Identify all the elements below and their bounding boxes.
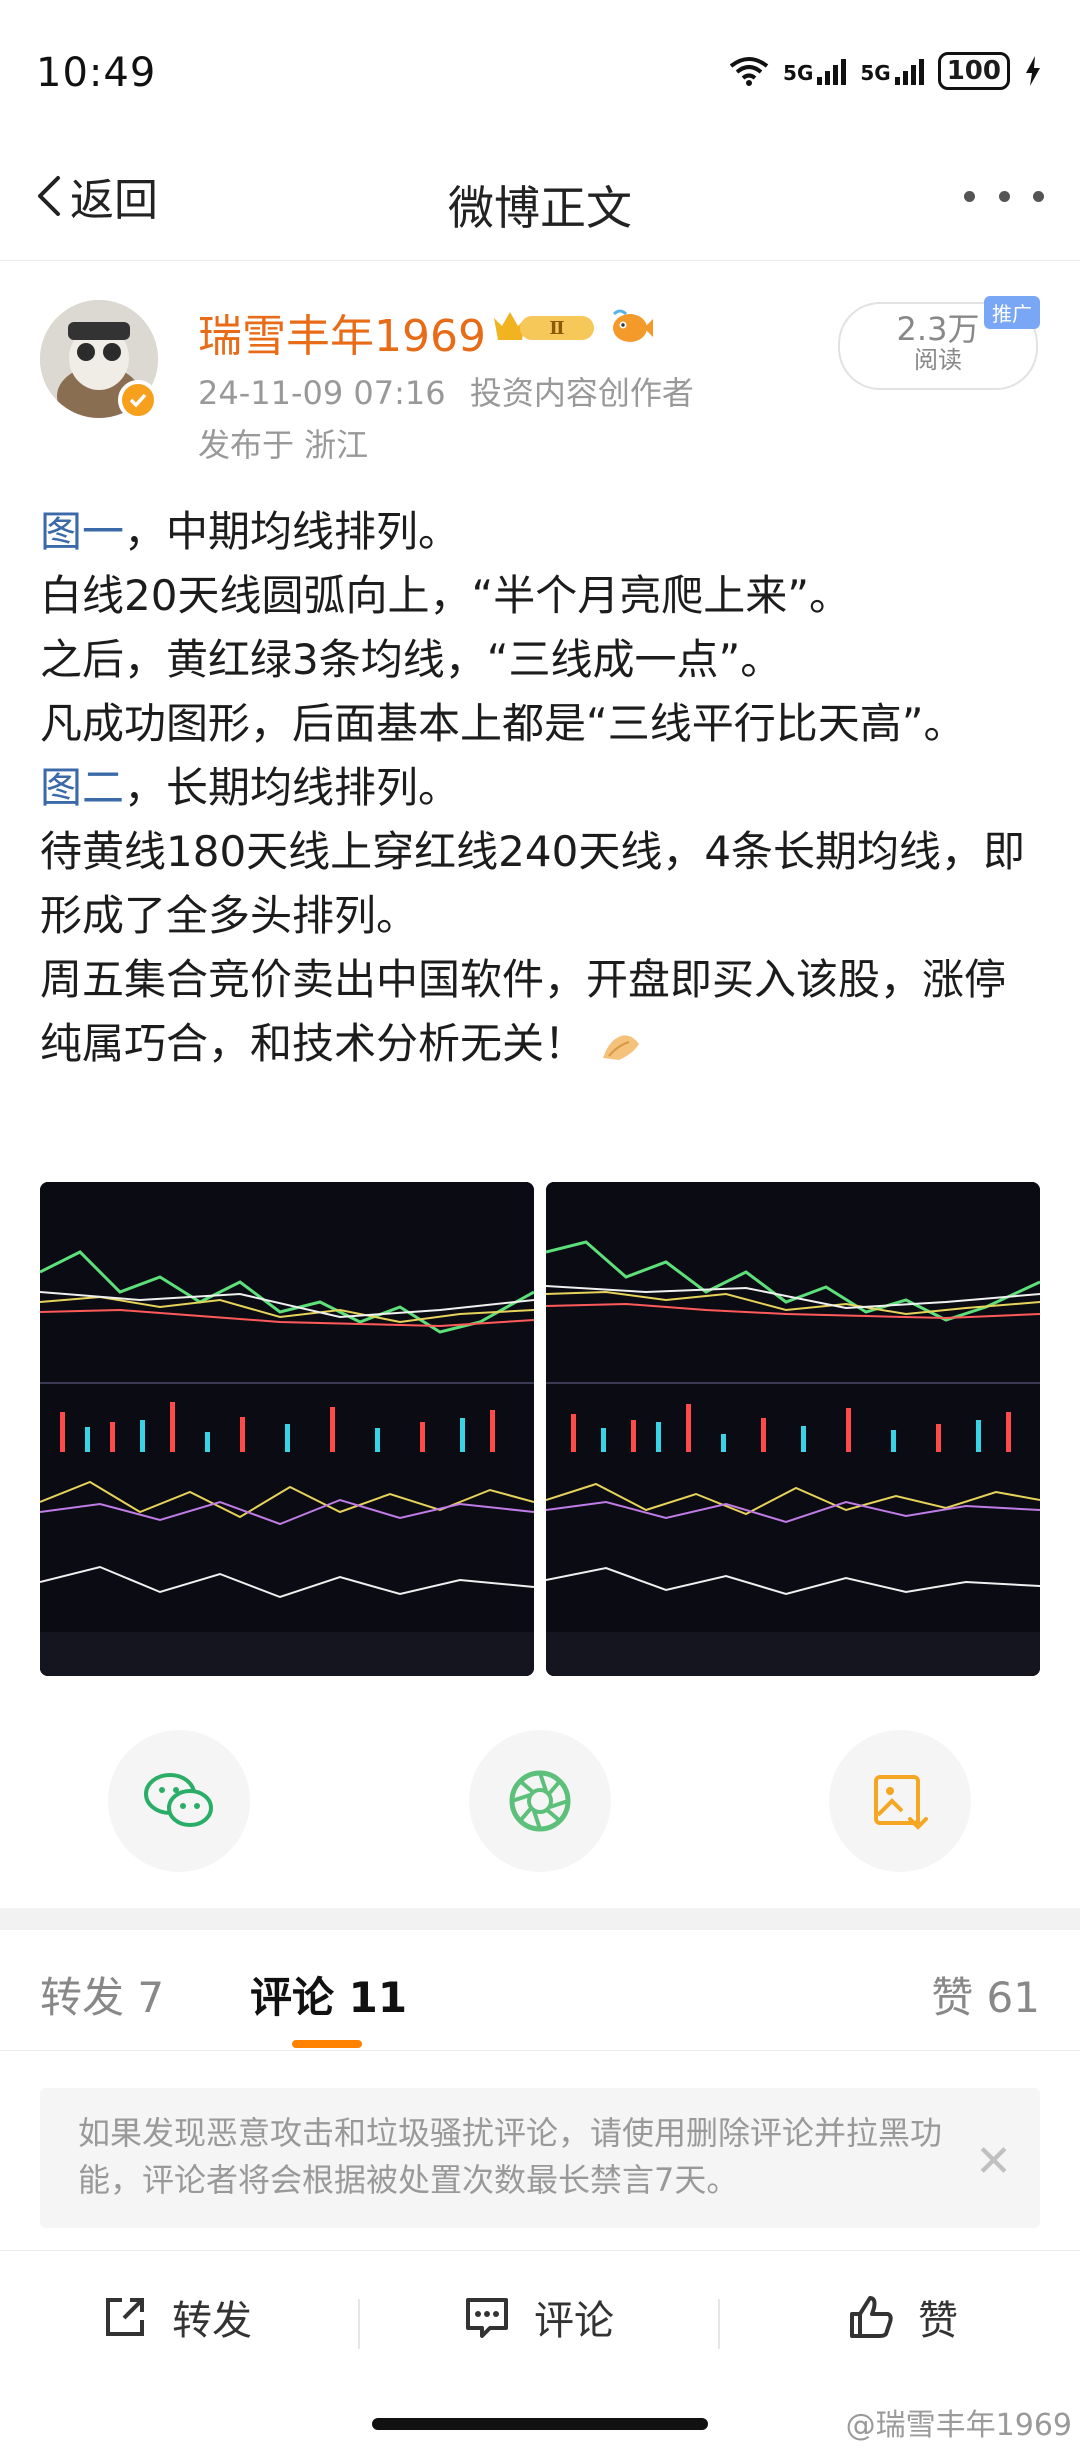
post-images xyxy=(40,1182,1040,1676)
active-tab-indicator xyxy=(292,2040,362,2048)
nav-bar: 返回 微博正文 xyxy=(0,150,1080,261)
save-image-icon xyxy=(874,1775,928,1830)
author-badges: Ⅱ xyxy=(490,306,654,346)
figure-link[interactable]: 图二 xyxy=(40,763,124,812)
member-level-badge-icon[interactable]: Ⅱ xyxy=(490,306,600,346)
close-icon[interactable]: ✕ xyxy=(975,2136,1012,2187)
post-paragraph: 周五集合竞价卖出中国软件，开盘即买入该股，涨停纯属巧合，和技术分析无关！ xyxy=(40,955,1007,1068)
post-body: 图一，中期均线排列。 白线20天线圆弧向上，“半个月亮爬上来”。 之后，黄红绿3… xyxy=(40,500,1040,1076)
cellular-signal-2: 5G xyxy=(860,57,924,85)
section-divider xyxy=(0,1908,1080,1930)
bottom-action-bar: 转发 评论 赞 xyxy=(0,2250,1080,2391)
cellular-signal-1: 5G xyxy=(783,57,847,85)
interaction-tabs: 转发 7 评论 11 赞 61 xyxy=(0,1930,1080,2051)
verified-badge-icon xyxy=(118,380,158,420)
post-image-2[interactable] xyxy=(546,1182,1040,1676)
comment-label: 评论 xyxy=(534,2298,614,2344)
author-tag: 投资内容创作者 xyxy=(469,374,694,412)
post-image-1[interactable] xyxy=(40,1182,534,1676)
like-button[interactable]: 赞 xyxy=(846,2287,958,2347)
home-indicator[interactable] xyxy=(372,2418,708,2430)
save-image-button[interactable] xyxy=(829,1730,971,1872)
battery-indicator: 100 xyxy=(937,52,1010,90)
dot-icon xyxy=(964,190,975,202)
pray-hands-icon xyxy=(603,1034,640,1060)
tab-comments[interactable]: 评论 11 xyxy=(250,1964,407,2025)
moments-icon xyxy=(509,1770,571,1832)
status-bar: 10:49 5G 5G 100 xyxy=(0,0,1080,150)
page-title: 微博正文 xyxy=(448,181,632,235)
like-label: 赞 xyxy=(918,2298,958,2344)
reads-counter[interactable]: 2.3万 阅读 推广 xyxy=(838,296,1040,390)
reads-label: 阅读 xyxy=(914,346,962,374)
status-icons: 5G 5G 100 xyxy=(729,52,1042,90)
share-moments-button[interactable] xyxy=(469,1730,611,1872)
wifi-icon xyxy=(729,57,769,86)
action-divider xyxy=(718,2299,720,2349)
post-paragraph: 凡成功图形，后面基本上都是“三线平行比天高”。 xyxy=(40,699,966,748)
svg-text:Ⅱ: Ⅱ xyxy=(549,318,564,339)
post-paragraph: 白线20天线圆弧向上，“半个月亮爬上来”。 xyxy=(40,571,851,620)
post-paragraph: 待黄线180天线上穿红线240天线，4条长期均线，即形成了全多头排列。 xyxy=(40,827,1026,940)
post-paragraph: 图二，长期均线排列。 xyxy=(40,763,461,812)
stock-chart-photo xyxy=(546,1182,1040,1676)
charging-icon xyxy=(1026,56,1040,86)
post-paragraph: 之后，黄红绿3条均线，“三线成一点”。 xyxy=(40,635,783,684)
stock-chart-photo xyxy=(40,1182,534,1676)
action-divider xyxy=(358,2299,360,2349)
tab-reposts[interactable]: 转发 7 xyxy=(40,1964,164,2025)
tab-likes[interactable]: 赞 61 xyxy=(931,1964,1040,2025)
post-header: 瑞雪丰年1969 Ⅱ 24-11-09 07:16 投资内容创作者 发布于 浙江… xyxy=(0,280,1080,480)
promo-tag: 推广 xyxy=(984,296,1040,329)
watermark: @瑞雪丰年1969 xyxy=(845,2408,1072,2443)
repost-label: 转发 xyxy=(172,2298,252,2344)
post-meta: 24-11-09 07:16 投资内容创作者 xyxy=(198,368,694,414)
author-name[interactable]: 瑞雪丰年1969 xyxy=(198,300,486,364)
figure-link[interactable]: 图一 xyxy=(40,507,124,556)
dot-icon xyxy=(1033,190,1044,202)
comment-icon xyxy=(466,2298,508,2338)
post-location: 发布于 浙江 xyxy=(198,426,369,464)
comment-button[interactable]: 评论 xyxy=(462,2287,614,2347)
dot-icon xyxy=(998,190,1010,202)
wechat-icon xyxy=(144,1773,213,1827)
status-time: 10:49 xyxy=(36,50,157,96)
comment-notice: 如果发现恶意攻击和垃圾骚扰评论，请使用删除评论并拉黑功能，评论者将会根据被处置次… xyxy=(40,2088,1040,2228)
post-paragraph: 图一，中期均线排列。 xyxy=(40,507,461,556)
post-timestamp: 24-11-09 07:16 xyxy=(198,374,446,412)
fish-badge-icon[interactable] xyxy=(608,306,654,346)
share-row xyxy=(0,1730,1080,1880)
more-options-button[interactable] xyxy=(964,176,1044,216)
repost-button[interactable]: 转发 xyxy=(100,2287,252,2347)
thumbs-up-icon xyxy=(850,2296,893,2338)
repost-icon xyxy=(106,2298,144,2336)
notice-text: 如果发现恶意攻击和垃圾骚扰评论，请使用删除评论并拉黑功能，评论者将会根据被处置次… xyxy=(78,2114,943,2199)
share-wechat-button[interactable] xyxy=(108,1730,250,1872)
